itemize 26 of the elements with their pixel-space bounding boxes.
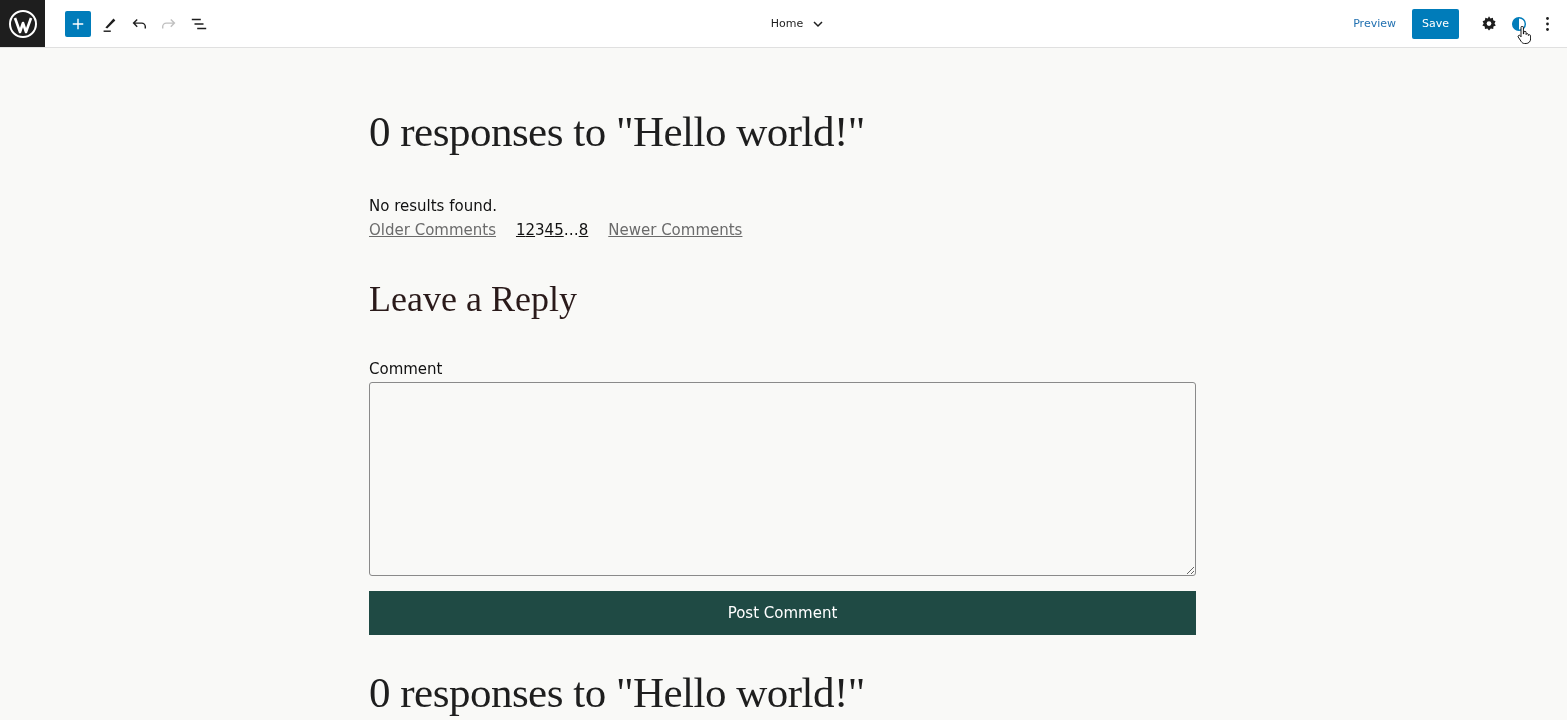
comments-title: 0 responses to "Hello world!": [369, 108, 866, 156]
newer-comments-link[interactable]: Newer Comments: [608, 220, 743, 240]
older-comments-link[interactable]: Older Comments: [369, 220, 496, 240]
save-button[interactable]: Save: [1412, 8, 1459, 39]
reply-title: Leave a Reply: [369, 278, 578, 320]
page-number-link[interactable]: 5: [554, 220, 564, 240]
preview-button[interactable]: Preview: [1343, 8, 1406, 39]
more-vertical-icon: [1545, 16, 1549, 31]
current-page-number[interactable]: 3: [535, 220, 545, 240]
page-number-link[interactable]: 1: [515, 220, 526, 240]
post-comment-button[interactable]: Post Comment: [369, 591, 1196, 635]
no-results-text: No results found.: [369, 196, 498, 216]
comment-label: Comment: [369, 359, 443, 379]
settings-icon: [1480, 14, 1498, 33]
page-number-link[interactable]: 2: [525, 220, 536, 240]
wordpress-logo[interactable]: [0, 0, 45, 47]
pointer-cursor-icon: [1517, 25, 1531, 44]
document-title-button[interactable]: Home: [770, 17, 825, 30]
half-circle-icon: [1510, 14, 1528, 33]
plus-icon: [71, 16, 85, 31]
page-number-link[interactable]: 4: [544, 220, 555, 240]
comments-title: 0 responses to "Hello world!": [369, 671, 866, 715]
pagination-ellipsis: …: [563, 220, 579, 240]
add-block-button[interactable]: [65, 10, 91, 37]
page-number-link[interactable]: 8: [578, 220, 589, 240]
comment-field[interactable]: [369, 382, 1196, 576]
